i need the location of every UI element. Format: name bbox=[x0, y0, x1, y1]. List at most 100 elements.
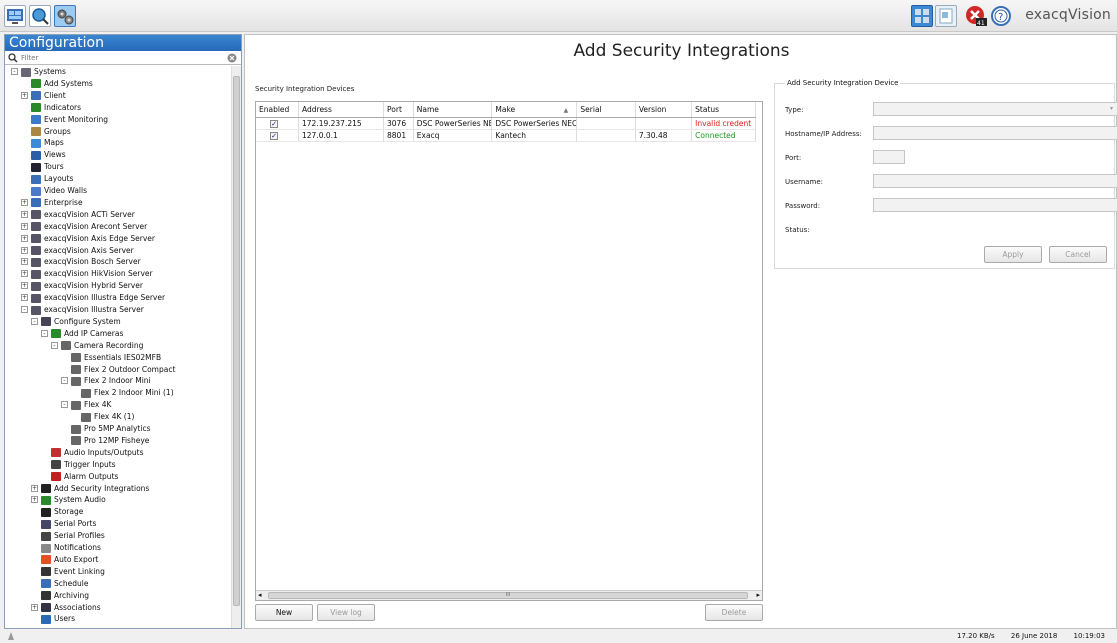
tree-item[interactable]: - Add IP Cameras bbox=[41, 328, 123, 340]
expand-icon[interactable]: + bbox=[21, 246, 28, 254]
expand-icon[interactable]: + bbox=[21, 210, 28, 218]
tree-item[interactable]: Pro 5MP Analytics bbox=[71, 423, 151, 435]
table-hscroll-thumb[interactable]: III bbox=[268, 592, 748, 599]
alarm-badge-icon[interactable]: 41 bbox=[965, 5, 987, 27]
tree-item[interactable]: + Add Security Integrations bbox=[31, 483, 150, 495]
tree-item[interactable]: Auto Export bbox=[41, 554, 98, 566]
tree-item[interactable]: Layouts bbox=[31, 173, 73, 185]
column-header-serial[interactable]: Serial ▲ bbox=[564, 102, 636, 118]
expand-icon[interactable]: + bbox=[21, 258, 28, 266]
collapse-icon[interactable]: - bbox=[31, 317, 38, 325]
config-gear-icon[interactable] bbox=[54, 5, 76, 27]
tree-item[interactable]: - Flex 4K bbox=[61, 399, 111, 411]
tree-item[interactable]: Event Monitoring bbox=[31, 114, 108, 126]
tree-item[interactable]: Add Systems bbox=[31, 78, 93, 90]
tree-item[interactable]: Groups bbox=[31, 126, 71, 138]
cancel-button[interactable]: Cancel bbox=[1049, 246, 1107, 263]
tree-item[interactable]: Notifications bbox=[41, 542, 101, 554]
tree-item[interactable]: Indicators bbox=[31, 102, 81, 114]
playback-icon[interactable] bbox=[935, 5, 957, 27]
expand-icon[interactable]: + bbox=[21, 222, 28, 230]
tree-item[interactable]: Essentials IES02MFB bbox=[71, 352, 161, 364]
tree-item[interactable]: + exacqVision HikVision Server bbox=[21, 268, 153, 280]
tree-item[interactable]: - Flex 2 Indoor Mini bbox=[61, 375, 151, 387]
tree-item[interactable]: Users bbox=[41, 613, 75, 625]
tree-item[interactable]: Event Linking bbox=[41, 566, 105, 578]
filter-input[interactable] bbox=[21, 52, 221, 63]
expand-icon[interactable]: + bbox=[31, 603, 38, 611]
column-header-port[interactable]: Port bbox=[383, 102, 414, 118]
expand-icon[interactable]: + bbox=[21, 234, 28, 242]
tree-item[interactable]: + System Audio bbox=[31, 494, 106, 506]
enabled-checkbox[interactable]: ✓ bbox=[270, 119, 278, 128]
collapse-icon[interactable]: - bbox=[11, 68, 18, 75]
table-row[interactable]: ✓172.19.237.2153076DSC PowerSeries NEO (… bbox=[256, 117, 756, 130]
tree-item[interactable]: + exacqVision Axis Server bbox=[21, 245, 134, 257]
layout-grid-icon[interactable] bbox=[911, 5, 933, 27]
tree-item[interactable]: Schedule bbox=[41, 578, 88, 590]
help-icon[interactable]: ? bbox=[990, 5, 1012, 27]
tree-item[interactable]: + Enterprise bbox=[21, 197, 83, 209]
column-header-status[interactable]: Status bbox=[691, 102, 756, 118]
collapse-icon[interactable]: - bbox=[61, 377, 68, 385]
view-log-button[interactable]: View log bbox=[317, 604, 375, 621]
table-row[interactable]: ✓ 127.0.0.1 8801 Exacq Kantech 7.30.48 Connect… bbox=[256, 129, 756, 142]
tree-item[interactable]: Storage bbox=[41, 506, 83, 518]
expand-icon[interactable]: + bbox=[21, 294, 28, 302]
tree-item[interactable]: - Camera Recording bbox=[51, 340, 143, 352]
username-input[interactable] bbox=[873, 174, 1117, 188]
table-hscrollbar[interactable]: ◂ III ▸ bbox=[256, 590, 762, 600]
enabled-checkbox[interactable]: ✓ bbox=[270, 131, 278, 140]
live-view-icon[interactable] bbox=[4, 5, 26, 27]
expand-icon[interactable]: + bbox=[21, 282, 28, 290]
tree-item[interactable]: + exacqVision Arecont Server bbox=[21, 221, 147, 233]
collapse-icon[interactable]: - bbox=[61, 401, 68, 409]
column-header-enabled[interactable]: Enabled bbox=[256, 102, 299, 118]
tree-item[interactable]: + Associations bbox=[31, 602, 101, 614]
column-header-name[interactable]: Name bbox=[413, 102, 493, 118]
tree-item[interactable]: Flex 2 Outdoor Compact bbox=[71, 364, 175, 376]
apply-button[interactable]: Apply bbox=[984, 246, 1042, 263]
tree-item[interactable]: Video Walls bbox=[31, 185, 87, 197]
tree-item[interactable]: Trigger Inputs bbox=[51, 459, 116, 471]
tree-item[interactable]: Audio Inputs/Outputs bbox=[51, 447, 144, 459]
tree-item[interactable]: Maps bbox=[31, 137, 64, 149]
hostname-input[interactable] bbox=[873, 126, 1117, 140]
tree-item[interactable]: Alarm Outputs bbox=[51, 471, 118, 483]
expand-icon[interactable]: + bbox=[21, 198, 28, 206]
expand-icon[interactable]: + bbox=[21, 91, 28, 99]
collapse-icon[interactable]: - bbox=[21, 306, 28, 313]
tree-item[interactable]: + exacqVision Bosch Server bbox=[21, 256, 141, 268]
tree-item[interactable]: Flex 4K (1) bbox=[81, 411, 134, 423]
expand-icon[interactable]: + bbox=[31, 484, 38, 492]
new-button[interactable]: New bbox=[255, 604, 313, 621]
collapse-icon[interactable]: - bbox=[51, 341, 58, 349]
scroll-left-icon[interactable]: ◂ bbox=[258, 591, 262, 599]
tree-item[interactable]: + Client bbox=[21, 90, 66, 102]
type-select[interactable]: ▾ bbox=[873, 102, 1117, 116]
tree-item[interactable]: + exacqVision Hybrid Server bbox=[21, 280, 143, 292]
tree-item[interactable]: Pro 12MP Fisheye bbox=[71, 435, 149, 447]
tree-item[interactable]: + exacqVision ACTi Server bbox=[21, 209, 135, 221]
column-header-version[interactable]: Version bbox=[635, 102, 693, 118]
password-input[interactable] bbox=[873, 198, 1117, 212]
tree-item[interactable]: Serial Profiles bbox=[41, 530, 105, 542]
expand-icon[interactable]: + bbox=[21, 270, 28, 278]
tree-item[interactable]: Views bbox=[31, 149, 66, 161]
column-header-address[interactable]: Address bbox=[298, 102, 385, 118]
tree-scrollbar[interactable] bbox=[231, 66, 241, 628]
clear-filter-icon[interactable] bbox=[227, 53, 237, 63]
tree-item[interactable]: Tours bbox=[31, 161, 64, 173]
delete-button[interactable]: Delete bbox=[705, 604, 763, 621]
tree-item[interactable]: Flex 2 Indoor Mini (1) bbox=[81, 387, 174, 399]
tree-item[interactable]: + exacqVision Illustra Edge Server bbox=[21, 292, 165, 304]
tree-item[interactable]: - Systems bbox=[11, 66, 66, 78]
expand-icon[interactable]: + bbox=[31, 496, 38, 504]
tree-scrollbar-thumb[interactable] bbox=[233, 76, 240, 606]
port-input[interactable] bbox=[873, 150, 905, 164]
tree-item[interactable]: Archiving bbox=[41, 590, 89, 602]
tree-item[interactable]: - Configure System bbox=[31, 316, 121, 328]
collapse-icon[interactable]: - bbox=[41, 329, 48, 337]
tree-item[interactable]: Serial Ports bbox=[41, 518, 96, 530]
tree-item[interactable]: - exacqVision Illustra Server bbox=[21, 304, 144, 316]
